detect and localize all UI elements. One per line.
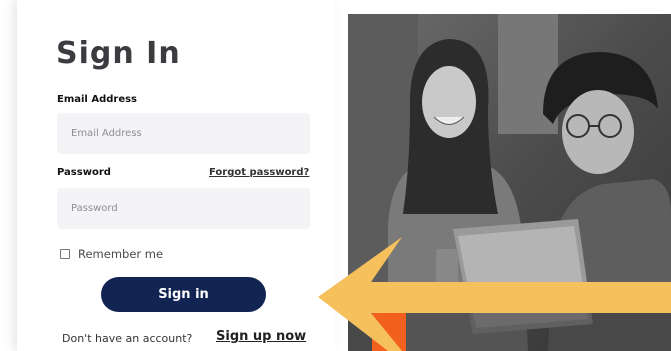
arrow-left-icon	[318, 237, 671, 351]
